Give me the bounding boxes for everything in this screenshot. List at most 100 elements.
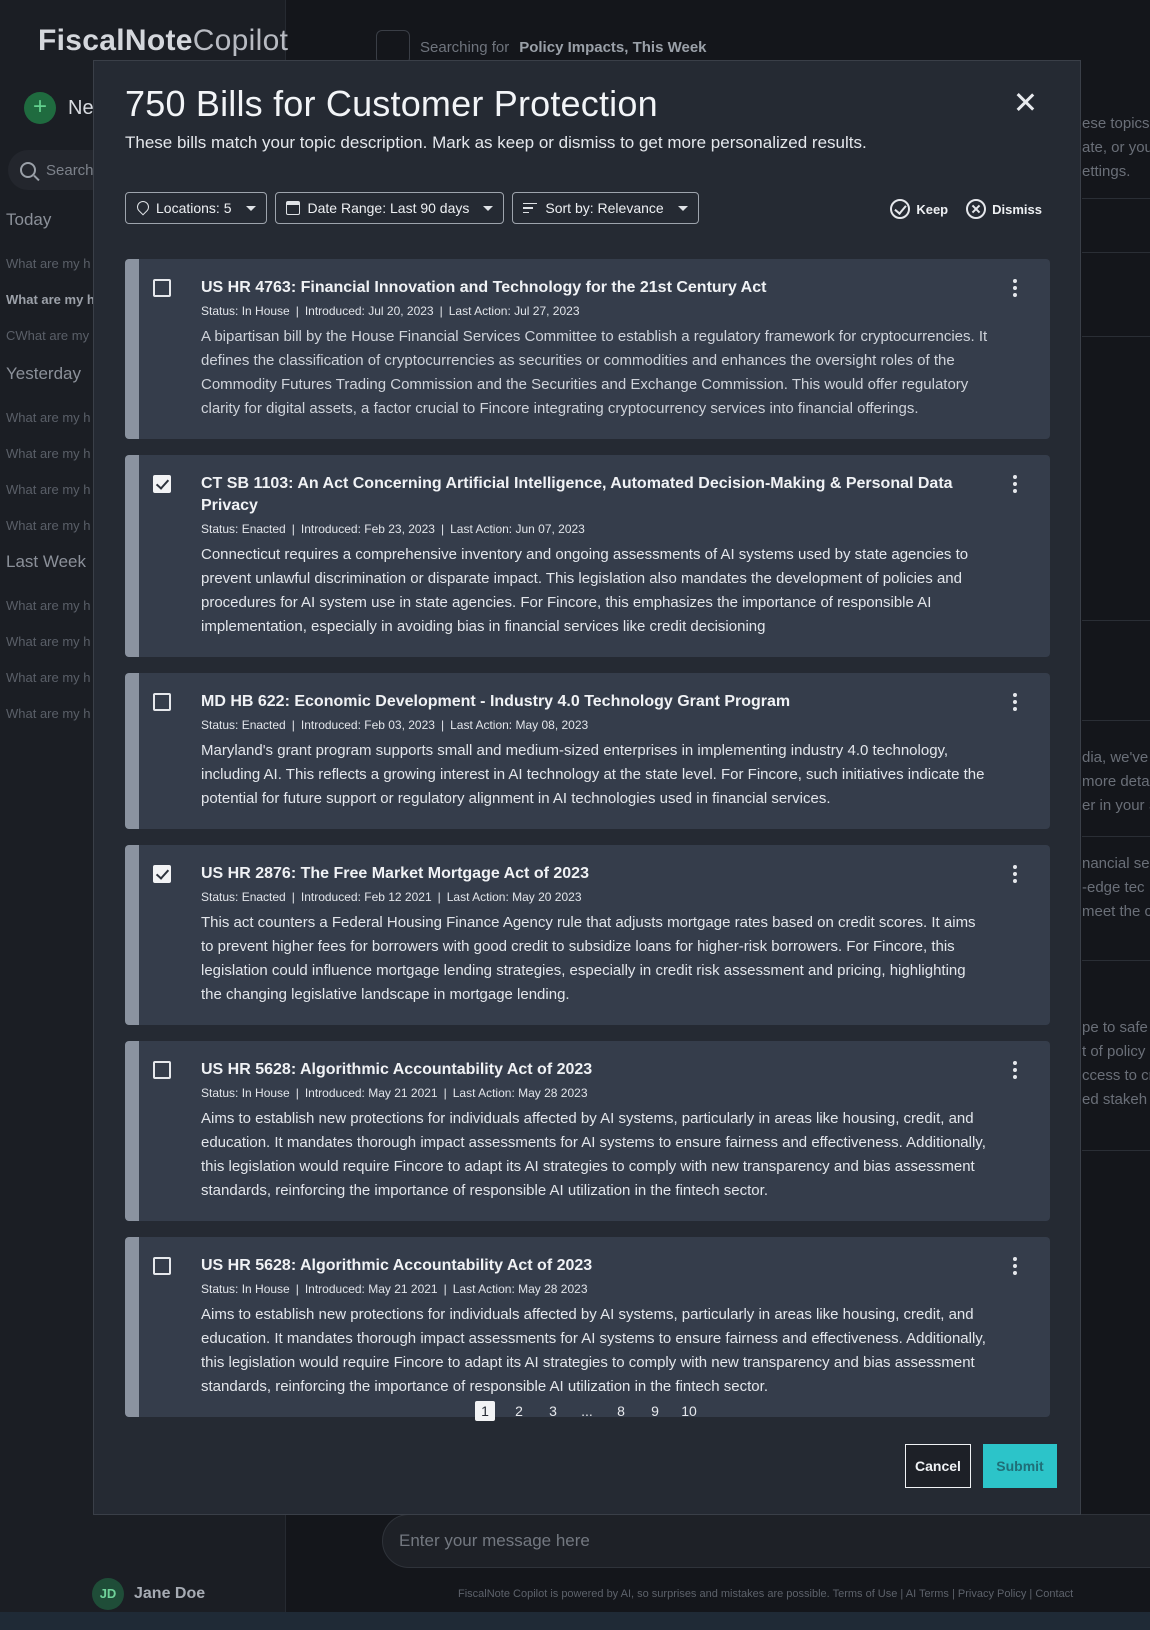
plus-icon: +: [24, 92, 56, 124]
background-text: er in your S: [1082, 797, 1150, 814]
search-icon: [20, 162, 36, 178]
submit-button[interactable]: Submit: [983, 1444, 1057, 1488]
sparkle-icon: [376, 30, 410, 64]
sort-filter[interactable]: Sort by: Relevance: [512, 192, 699, 224]
history-item[interactable]: What are my h: [6, 292, 95, 307]
background-text: more deta: [1082, 773, 1150, 790]
history-item[interactable]: What are my h: [6, 256, 91, 271]
chevron-down-icon: [245, 205, 256, 211]
bill-card: US HR 2876: The Free Market Mortgage Act…: [125, 845, 1050, 1025]
history-item[interactable]: CWhat are my: [6, 328, 89, 343]
bill-checkbox[interactable]: [153, 1061, 171, 1079]
keep-button[interactable]: Keep: [890, 199, 948, 219]
more-vertical-icon[interactable]: [1013, 1257, 1017, 1275]
bill-last-action: Last Action: May 28 2023: [452, 1282, 588, 1296]
bill-introduced: Introduced: Feb 23, 2023: [300, 522, 435, 536]
bill-meta: Status: Enacted | Introduced: Feb 03, 2023…: [201, 718, 589, 732]
bulk-actions: Keep Dismiss: [890, 199, 1042, 219]
background-text: t of policy: [1082, 1043, 1146, 1060]
history-item[interactable]: What are my h: [6, 598, 91, 613]
bill-introduced: Introduced: Feb 03, 2023: [300, 718, 435, 732]
background-text: pe to safe: [1082, 1019, 1148, 1036]
avatar: JD: [92, 1578, 124, 1610]
bill-introduced: Introduced: Feb 12 2021: [300, 890, 432, 904]
page-3[interactable]: 3: [543, 1401, 563, 1421]
bill-checkbox[interactable]: [153, 693, 171, 711]
bill-last-action: Last Action: Jul 27, 2023: [448, 304, 580, 318]
cancel-button[interactable]: Cancel: [905, 1444, 971, 1488]
history-item[interactable]: What are my h: [6, 410, 91, 425]
bill-checkbox[interactable]: [153, 279, 171, 297]
bill-description: Maryland's grant program supports small …: [201, 742, 985, 807]
divider: [1082, 252, 1150, 253]
bill-title[interactable]: MD HB 622: Economic Development - Indust…: [201, 691, 990, 713]
page-2[interactable]: 2: [509, 1401, 529, 1421]
bill-status: Status: Enacted: [201, 890, 286, 904]
close-icon[interactable]: [1014, 91, 1036, 113]
more-vertical-icon[interactable]: [1013, 865, 1017, 883]
bill-title[interactable]: US HR 5628: Algorithmic Accountability A…: [201, 1059, 990, 1081]
history-item[interactable]: What are my h: [6, 482, 91, 497]
history-group-heading: Yesterday: [6, 364, 81, 383]
history-item[interactable]: What are my h: [6, 634, 91, 649]
bill-description: Aims to establish new protections for in…: [201, 1306, 986, 1395]
bill-title[interactable]: CT SB 1103: An Act Concerning Artificial…: [201, 473, 990, 517]
divider: [1082, 836, 1150, 837]
x-circle-icon: [966, 199, 987, 219]
user-name: Jane Doe: [134, 1585, 206, 1602]
user-profile[interactable]: JD Jane Doe: [92, 1578, 205, 1610]
background-text: -edge tec: [1082, 879, 1145, 896]
search-status: Searching for Policy Impacts, This Week: [376, 30, 707, 64]
bill-status: Status: Enacted: [201, 718, 286, 732]
bill-introduced: Introduced: Jul 20, 2023: [304, 304, 434, 318]
bill-last-action: Last Action: May 08, 2023: [450, 718, 589, 732]
bill-title[interactable]: US HR 2876: The Free Market Mortgage Act…: [201, 863, 990, 885]
background-text: nancial ser: [1082, 855, 1150, 872]
new-chat-label: Ne: [68, 96, 94, 119]
page-8[interactable]: 8: [611, 1401, 631, 1421]
bill-status: Status: In House: [201, 1282, 290, 1296]
history-item[interactable]: What are my h: [6, 706, 91, 721]
chevron-down-icon: [677, 205, 688, 211]
bill-introduced: Introduced: May 21 2021: [304, 1086, 438, 1100]
more-vertical-icon[interactable]: [1013, 1061, 1017, 1079]
locations-filter[interactable]: Locations: 5: [125, 192, 267, 224]
dismiss-button[interactable]: Dismiss: [966, 199, 1042, 219]
background-text: ccess to cr: [1082, 1067, 1150, 1084]
background-text: ed stakeh: [1082, 1091, 1148, 1108]
filter-bar: Locations: 5 Date Range: Last 90 days So…: [125, 192, 699, 224]
bill-checkbox[interactable]: [153, 1257, 171, 1275]
page-1[interactable]: 1: [475, 1401, 495, 1421]
bills-modal: 750 Bills for Customer Protection These …: [93, 60, 1081, 1515]
bill-meta: Status: In House | Introduced: May 21 2021…: [201, 1282, 588, 1296]
date-range-filter[interactable]: Date Range: Last 90 days: [274, 192, 505, 224]
history-item[interactable]: What are my h: [6, 518, 91, 533]
divider: [1082, 336, 1150, 337]
page-9[interactable]: 9: [645, 1401, 665, 1421]
sort-icon: [523, 202, 538, 214]
more-vertical-icon[interactable]: [1013, 279, 1017, 297]
bill-last-action: Last Action: May 28 2023: [452, 1086, 588, 1100]
history-item[interactable]: What are my h: [6, 670, 91, 685]
bill-checkbox[interactable]: [153, 475, 171, 493]
more-vertical-icon[interactable]: [1013, 475, 1017, 493]
divider: [1082, 198, 1150, 199]
background-text: ate, or you: [1082, 139, 1150, 156]
message-input[interactable]: Enter your message here: [382, 1514, 1150, 1568]
bill-last-action: Last Action: May 20 2023: [446, 890, 582, 904]
history-item[interactable]: What are my h: [6, 446, 91, 461]
bill-card: CT SB 1103: An Act Concerning Artificial…: [125, 455, 1050, 657]
bill-last-action: Last Action: Jun 07, 2023: [450, 522, 585, 536]
bill-title[interactable]: US HR 4763: Financial Innovation and Tec…: [201, 277, 990, 299]
history-group-heading: Today: [6, 210, 52, 229]
page-10[interactable]: 10: [679, 1401, 699, 1421]
pagination-ellipsis: ...: [581, 1403, 593, 1419]
bill-checkbox[interactable]: [153, 865, 171, 883]
more-vertical-icon[interactable]: [1013, 693, 1017, 711]
modal-subtitle: These bills match your topic description…: [125, 133, 867, 152]
new-chat-button[interactable]: + Ne: [24, 92, 94, 124]
bill-status: Status: In House: [201, 304, 290, 318]
background-text: dia, we've: [1082, 749, 1149, 766]
pagination: 1 2 3... 8 9 10: [94, 1401, 1080, 1421]
bill-title[interactable]: US HR 5628: Algorithmic Accountability A…: [201, 1255, 990, 1277]
